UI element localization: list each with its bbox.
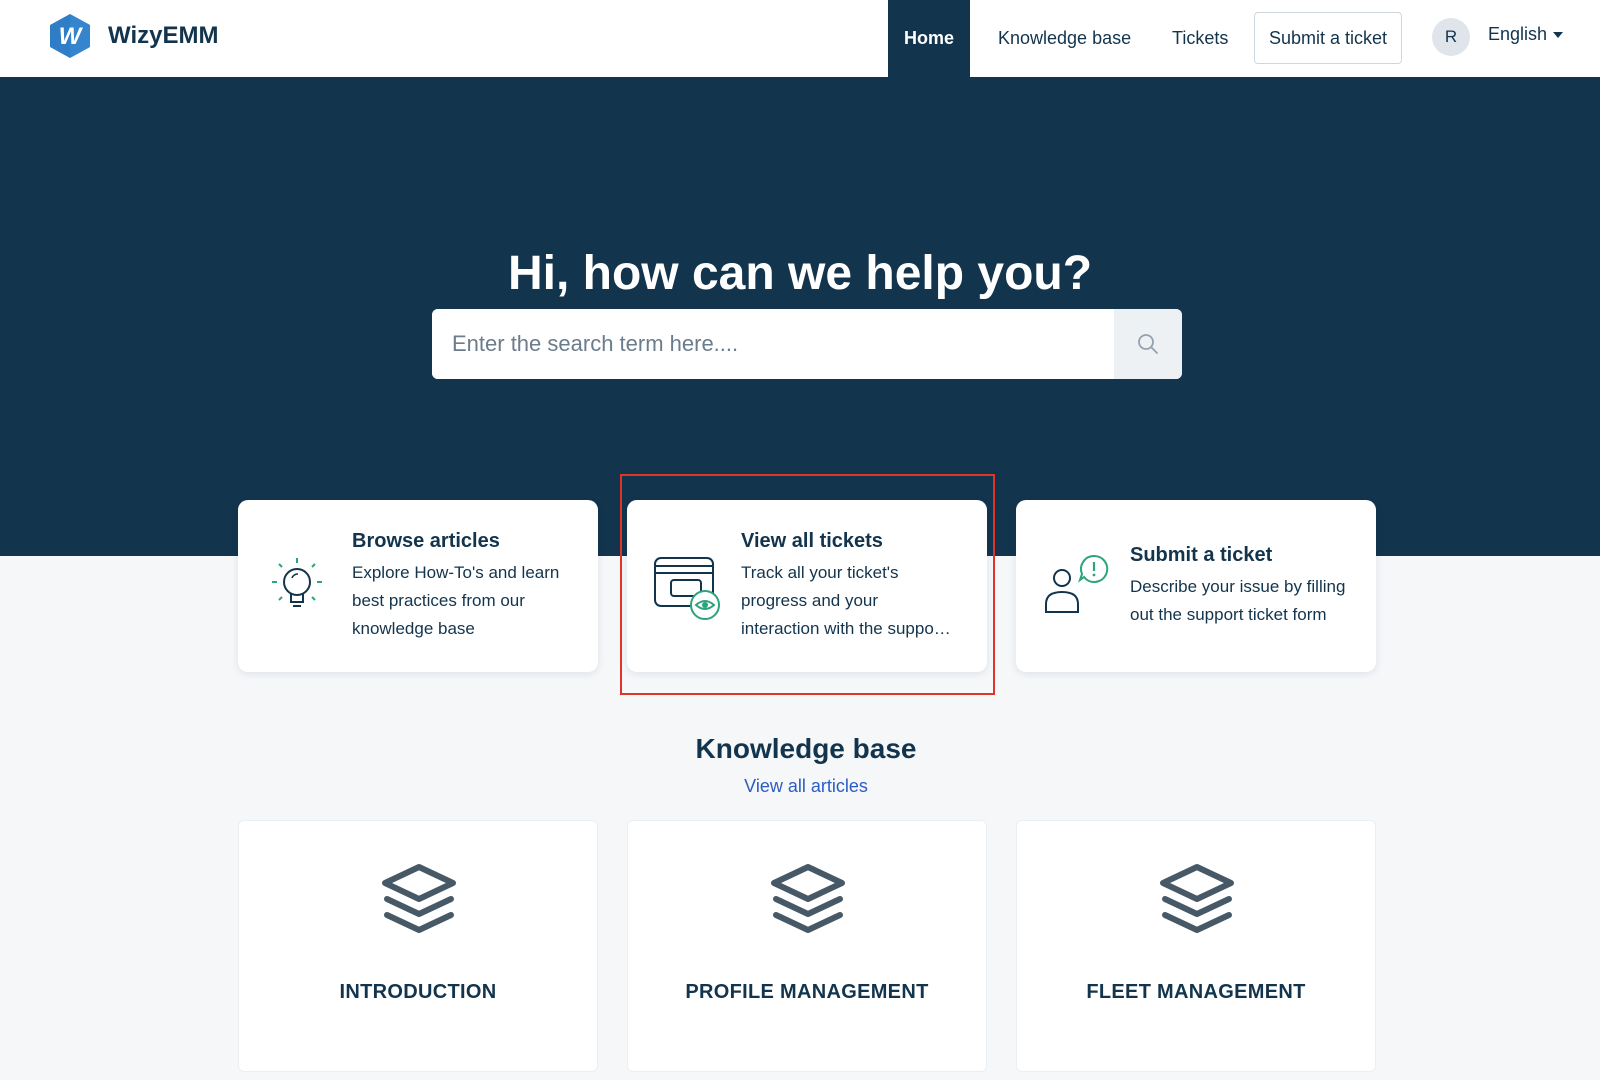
hero-title: Hi, how can we help you? [507,247,1093,300]
brand-name[interactable]: WizyEMM [108,22,218,50]
nav-tickets[interactable]: Tickets [1172,0,1228,77]
hexagon-logo-icon: W [50,14,90,58]
person-alert-icon [1045,554,1109,613]
search-icon [1138,334,1158,354]
category-label: PROFILE MANAGEMENT [685,981,929,1003]
category-card-fleet-management[interactable]: FLEET MANAGEMENT [1016,820,1376,1072]
layers-icon [1160,864,1234,933]
category-label: FLEET MANAGEMENT [1086,981,1306,1003]
search-bar [432,309,1182,379]
card-description-line: progress and your [741,591,879,610]
card-title: Submit a ticket [1130,544,1273,566]
submit-ticket-card[interactable]: Submit a ticket Describe your issue by f… [1016,500,1376,672]
card-description: Explore How-To's and learn best practice… [352,563,560,638]
browse-articles-card[interactable]: Browse articles Explore How-To's and lea… [238,500,598,672]
tickets-eye-icon [654,557,720,620]
caret-down-icon [1553,31,1564,38]
card-description-line: Track all your ticket's [741,563,899,582]
card-description: Track all your ticket's progress and you… [741,559,967,643]
top-header: W WizyEMM Home Knowledge base Tickets Su… [0,0,1600,78]
card-text: Browse articles Explore How-To's and lea… [352,530,578,643]
knowledge-base-heading: Knowledge base [695,733,917,764]
brand-logo[interactable]: W [42,8,98,64]
category-card-introduction[interactable]: INTRODUCTION [238,820,598,1072]
search-input[interactable] [432,309,1114,379]
nav-knowledge-base[interactable]: Knowledge base [998,0,1131,77]
search-button[interactable] [1114,309,1182,379]
card-title: View all tickets [741,530,883,552]
category-label: INTRODUCTION [339,981,497,1003]
layers-icon [382,864,456,933]
svg-text:W: W [59,23,84,50]
lightbulb-icon [272,558,322,607]
language-label: English [1488,24,1548,44]
user-avatar[interactable]: R [1432,18,1470,56]
card-description-line: interaction with the suppo… [741,619,951,638]
card-text: Submit a ticket Describe your issue by f… [1130,544,1356,629]
view-all-tickets-card[interactable]: View all tickets Track all your ticket's… [627,500,987,672]
view-all-articles-link[interactable]: View all articles [0,776,1600,797]
language-selector[interactable]: English [1488,24,1564,45]
card-description: Describe your issue by filling out the s… [1130,577,1346,624]
nav-home[interactable]: Home [888,0,970,77]
card-title: Browse articles [352,530,500,552]
submit-ticket-button[interactable]: Submit a ticket [1254,12,1402,64]
category-card-profile-management[interactable]: PROFILE MANAGEMENT [627,820,987,1072]
card-text: View all tickets Track all your ticket's… [741,530,967,643]
layers-icon [771,864,845,933]
hero-banner: Hi, how can we help you? [0,78,1600,556]
